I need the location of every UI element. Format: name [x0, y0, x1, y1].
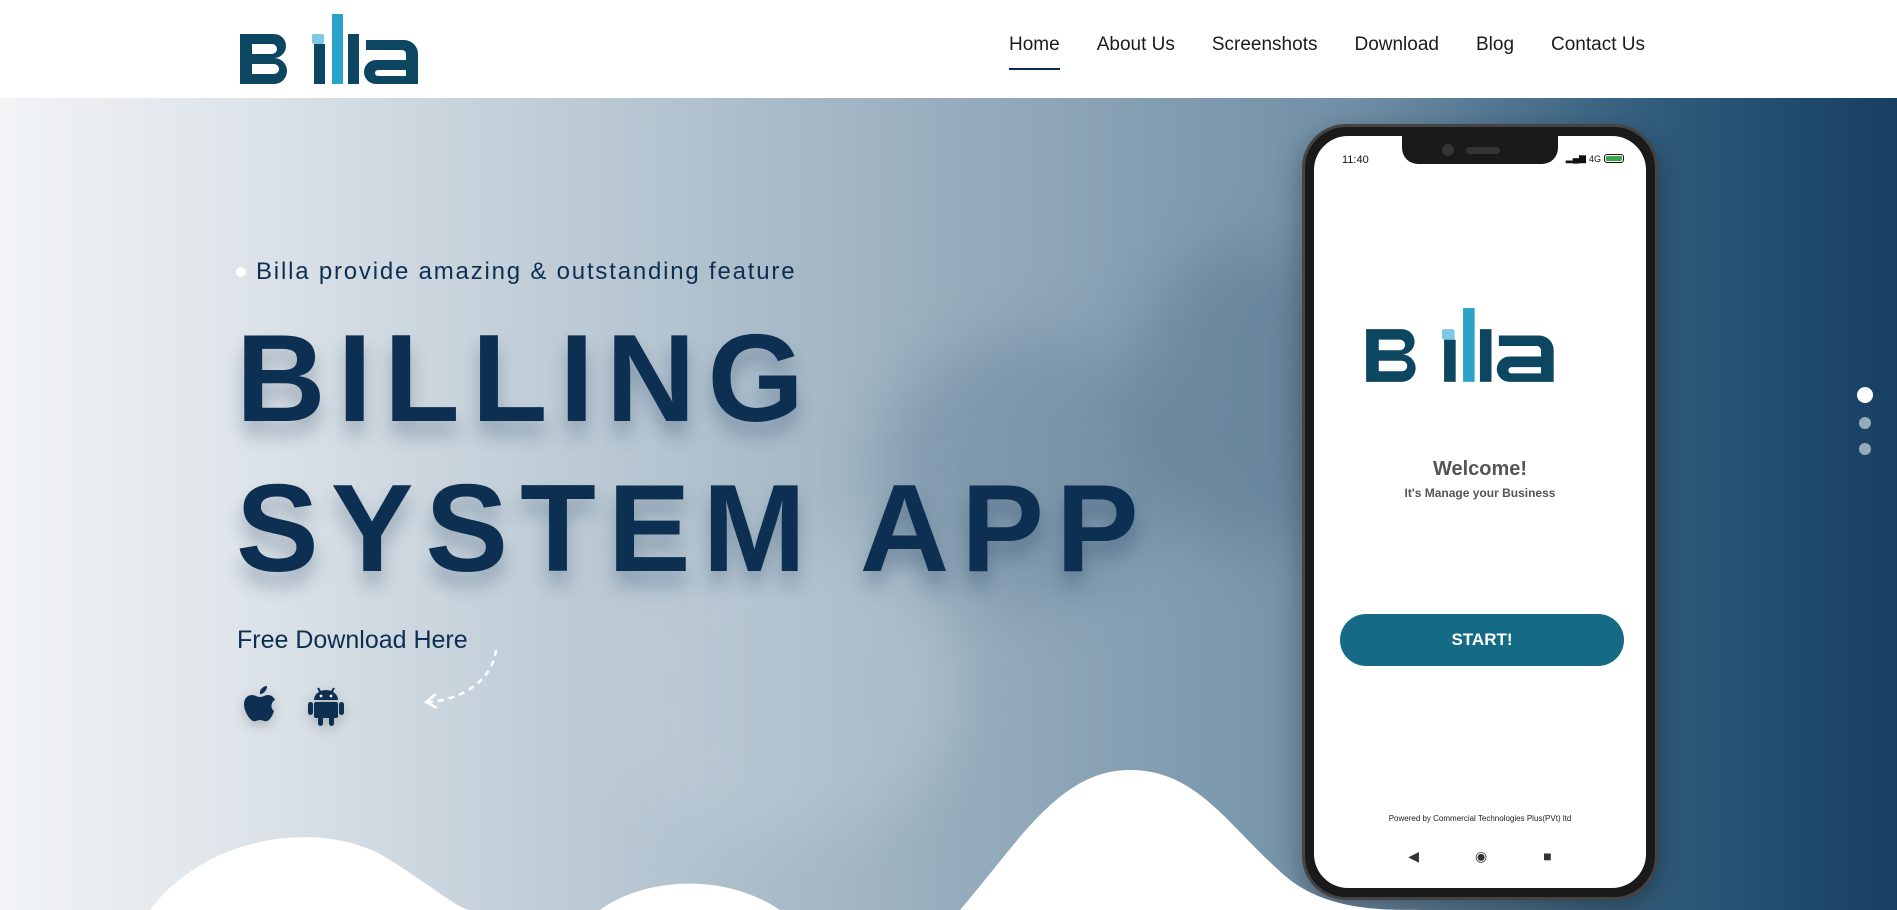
main-nav: Home About Us Screenshots Download Blog …	[990, 30, 1663, 70]
nav-about-us[interactable]: About Us	[1078, 30, 1193, 70]
camera-icon	[1442, 144, 1454, 156]
slider-dot-1[interactable]	[1857, 387, 1873, 403]
nav-screenshots[interactable]: Screenshots	[1193, 30, 1336, 70]
nav-home[interactable]: Home	[990, 30, 1078, 70]
status-time: 11:40	[1342, 154, 1369, 166]
tagline-text: Billa provide amazing & outstanding feat…	[256, 258, 797, 285]
hero-title-line-2: SYSTEM APP	[236, 460, 1151, 598]
battery-icon	[1604, 154, 1624, 163]
speaker-icon	[1466, 147, 1500, 154]
network-label: 4G	[1588, 153, 1601, 164]
slider-dot-3[interactable]	[1859, 443, 1871, 455]
slider-dots	[1857, 387, 1873, 455]
site-header: Home About Us Screenshots Download Blog …	[0, 0, 1897, 98]
app-billa-logo	[1366, 308, 1554, 382]
hero-section: Billa provide amazing & outstanding feat…	[0, 98, 1897, 910]
status-icons: ▂▄▆ 4G	[1566, 153, 1624, 164]
nav-contact-us[interactable]: Contact Us	[1532, 30, 1663, 70]
welcome-title: Welcome!	[1432, 458, 1528, 480]
phone-notch	[1402, 136, 1558, 164]
billa-logo[interactable]	[238, 12, 424, 88]
apple-icon[interactable]	[240, 684, 280, 728]
bottom-waves	[150, 770, 1420, 910]
android-icon[interactable]	[306, 684, 346, 728]
store-links	[240, 684, 346, 728]
nav-download[interactable]: Download	[1335, 30, 1457, 70]
signal-icon: ▂▄▆	[1565, 153, 1586, 163]
dashed-arrow-icon	[423, 649, 498, 710]
nav-blog[interactable]: Blog	[1457, 30, 1532, 70]
start-button[interactable]: START!	[1340, 614, 1624, 666]
hero-tagline: Billa provide amazing & outstanding feat…	[236, 258, 796, 286]
welcome-subtitle: It's Manage your Business	[1404, 486, 1556, 500]
hero-title-line-1: BILLING	[236, 310, 816, 448]
slider-dot-2[interactable]	[1859, 417, 1871, 429]
tagline-bullet	[236, 267, 246, 277]
hero-title: BILLING SYSTEM APP	[236, 304, 1151, 604]
